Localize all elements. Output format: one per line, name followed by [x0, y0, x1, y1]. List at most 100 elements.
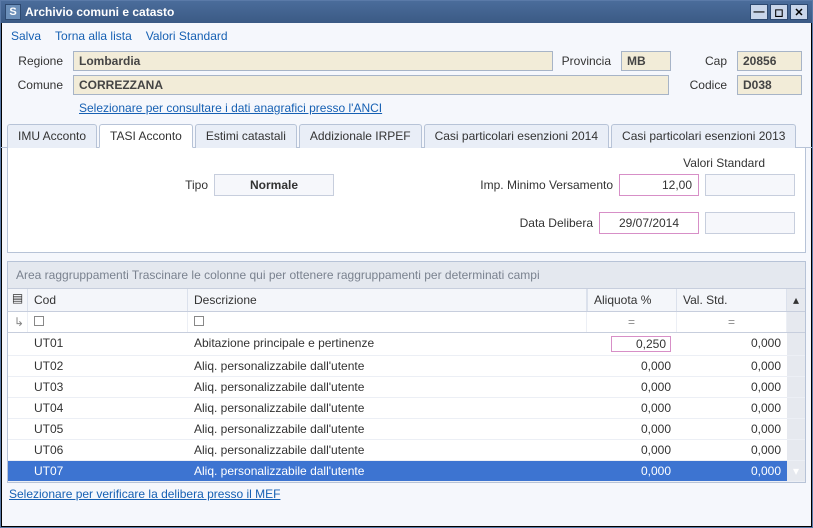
- group-bar-hint: Trascinare le colonne qui per ottenere r…: [132, 268, 540, 282]
- tabstrip: IMU AccontoTASI AccontoEstimi catastaliA…: [1, 123, 812, 148]
- cell-aliquota[interactable]: 0,000: [587, 461, 677, 481]
- grid-scroll-track[interactable]: [787, 440, 805, 460]
- cell-desc: Aliq. personalizzabile dall'utente: [188, 440, 587, 460]
- menu-valori-standard[interactable]: Valori Standard: [146, 29, 228, 43]
- cell-aliquota[interactable]: 0,250: [587, 333, 677, 355]
- grid-scroll-track[interactable]: [787, 356, 805, 376]
- grid-header-aliquota[interactable]: Aliquota %: [587, 289, 677, 311]
- menu-torna-lista[interactable]: Torna alla lista: [55, 29, 132, 43]
- grid-scroll-track[interactable]: [787, 377, 805, 397]
- close-button[interactable]: ✕: [790, 4, 808, 20]
- tab-casi-particolari-esenzioni-2014[interactable]: Casi particolari esenzioni 2014: [424, 124, 609, 148]
- cell-aliquota[interactable]: 0,000: [587, 377, 677, 397]
- table-row[interactable]: UT03Aliq. personalizzabile dall'utente0,…: [8, 377, 805, 398]
- grid-header-selector-icon[interactable]: ▤: [8, 289, 28, 311]
- filter-std[interactable]: =: [677, 312, 787, 332]
- cell-desc: Aliq. personalizzabile dall'utente: [188, 377, 587, 397]
- grid-scroll-track[interactable]: [787, 419, 805, 439]
- filter-aliq[interactable]: =: [587, 312, 677, 332]
- tab-addizionale-irpef[interactable]: Addizionale IRPEF: [299, 124, 422, 148]
- table-row[interactable]: UT04Aliq. personalizzabile dall'utente0,…: [8, 398, 805, 419]
- cell-val-std: 0,000: [677, 356, 787, 376]
- window-controls: — ◻ ✕: [750, 4, 808, 20]
- label-tipo: Tipo: [18, 178, 208, 192]
- cell-val-std: 0,000: [677, 377, 787, 397]
- field-data-delibera[interactable]: 29/07/2014: [599, 212, 699, 234]
- cell-cod: UT04: [28, 398, 188, 418]
- cell-val-std: 0,000: [677, 333, 787, 355]
- tab-casi-particolari-esenzioni-2013[interactable]: Casi particolari esenzioni 2013: [611, 124, 796, 148]
- grid-scroll-track[interactable]: [787, 398, 805, 418]
- label-provincia: Provincia: [557, 54, 617, 68]
- tab-estimi-catastali[interactable]: Estimi catastali: [195, 124, 297, 148]
- table-row[interactable]: UT07Aliq. personalizzabile dall'utente0,…: [8, 461, 805, 482]
- field-data-delibera-std: [705, 212, 795, 234]
- link-anci[interactable]: Selezionare per consultare i dati anagra…: [79, 99, 382, 121]
- field-provincia[interactable]: MB: [621, 51, 671, 71]
- field-comune[interactable]: CORREZZANA: [73, 75, 669, 95]
- table-row[interactable]: UT06Aliq. personalizzabile dall'utente0,…: [8, 440, 805, 461]
- filter-desc[interactable]: [188, 312, 587, 332]
- grid-filter-row: ↳ = =: [8, 312, 805, 333]
- field-imp-min[interactable]: 12,00: [619, 174, 699, 196]
- grid-group-bar[interactable]: Area raggruppamenti Trascinare le colonn…: [8, 262, 805, 289]
- titlebar: S Archivio comuni e catasto — ◻ ✕: [1, 1, 812, 23]
- cell-val-std: 0,000: [677, 461, 787, 481]
- grid-body: UT01Abitazione principale e pertinenze0,…: [8, 333, 805, 482]
- cell-desc: Aliq. personalizzabile dall'utente: [188, 398, 587, 418]
- grid-header-descrizione[interactable]: Descrizione: [188, 289, 587, 311]
- label-cap: Cap: [693, 54, 733, 68]
- cell-aliquota[interactable]: 0,000: [587, 440, 677, 460]
- table-row[interactable]: UT01Abitazione principale e pertinenze0,…: [8, 333, 805, 356]
- cell-aliquota[interactable]: 0,000: [587, 419, 677, 439]
- cell-cod: UT03: [28, 377, 188, 397]
- field-tipo: Normale: [214, 174, 334, 196]
- grid-scroll-up[interactable]: ▴: [787, 289, 805, 311]
- cell-desc: Aliq. personalizzabile dall'utente: [188, 461, 587, 481]
- filter-icon[interactable]: ↳: [8, 312, 28, 332]
- grid-header-cod[interactable]: Cod: [28, 289, 188, 311]
- cell-val-std: 0,000: [677, 419, 787, 439]
- cell-cod: UT05: [28, 419, 188, 439]
- cell-cod: UT07: [28, 461, 188, 481]
- link-mef[interactable]: Selezionare per verificare la delibera p…: [1, 483, 812, 505]
- grid: Area raggruppamenti Trascinare le colonn…: [7, 261, 806, 483]
- grid-header: ▤ Cod Descrizione Aliquota % Val. Std. ▴: [8, 289, 805, 312]
- field-codice[interactable]: D038: [737, 75, 802, 95]
- cell-aliquota[interactable]: 0,000: [587, 356, 677, 376]
- cell-aliquota[interactable]: 0,000: [587, 398, 677, 418]
- label-imp-min: Imp. Minimo Versamento: [480, 178, 613, 192]
- tab-imu-acconto[interactable]: IMU Acconto: [7, 124, 97, 148]
- label-codice: Codice: [687, 78, 733, 92]
- cell-val-std: 0,000: [677, 440, 787, 460]
- cell-desc: Aliq. personalizzabile dall'utente: [188, 356, 587, 376]
- cell-desc: Aliq. personalizzabile dall'utente: [188, 419, 587, 439]
- grid-scroll-down[interactable]: ▾: [787, 461, 805, 481]
- group-bar-prefix: Area raggruppamenti: [16, 268, 129, 282]
- menubar: Salva Torna alla lista Valori Standard: [1, 23, 812, 47]
- menu-salva[interactable]: Salva: [11, 29, 41, 43]
- maximize-button[interactable]: ◻: [770, 4, 788, 20]
- field-cap[interactable]: 20856: [737, 51, 802, 71]
- label-valori-standard-col: Valori Standard: [18, 156, 795, 170]
- window-title: Archivio comuni e catasto: [25, 5, 750, 19]
- label-comune: Comune: [11, 78, 69, 92]
- filter-cod[interactable]: [28, 312, 188, 332]
- label-data-delibera: Data Delibera: [520, 216, 593, 230]
- cell-cod: UT06: [28, 440, 188, 460]
- field-imp-min-std: [705, 174, 795, 196]
- cell-val-std: 0,000: [677, 398, 787, 418]
- cell-desc: Abitazione principale e pertinenze: [188, 333, 587, 355]
- table-row[interactable]: UT02Aliq. personalizzabile dall'utente0,…: [8, 356, 805, 377]
- grid-scroll-track[interactable]: [787, 333, 805, 355]
- minimize-button[interactable]: —: [750, 4, 768, 20]
- grid-header-val-std[interactable]: Val. Std.: [677, 289, 787, 311]
- tab-tasi-acconto[interactable]: TASI Acconto: [99, 124, 193, 148]
- cell-cod: UT02: [28, 356, 188, 376]
- grid-scroll-track-top[interactable]: [787, 312, 805, 332]
- field-regione[interactable]: Lombardia: [73, 51, 553, 71]
- table-row[interactable]: UT05Aliq. personalizzabile dall'utente0,…: [8, 419, 805, 440]
- cell-cod: UT01: [28, 333, 188, 355]
- app-icon: S: [5, 4, 21, 20]
- window: S Archivio comuni e catasto — ◻ ✕ Salva …: [0, 0, 813, 528]
